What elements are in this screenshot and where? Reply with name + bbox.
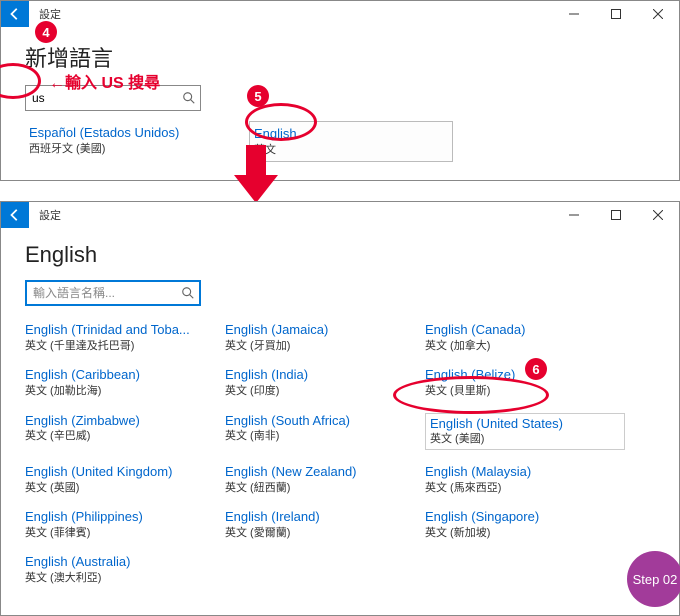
language-subtitle: 英文 (千里達及托巴哥) — [25, 339, 215, 353]
language-subtitle: 英文 (印度) — [225, 384, 415, 398]
window-controls — [553, 202, 679, 228]
language-name: English (India) — [225, 367, 415, 384]
language-name: English (Ireland) — [225, 509, 415, 526]
language-item[interactable]: English (United Kingdom)英文 (英國) — [25, 464, 215, 495]
language-name: English (New Zealand) — [225, 464, 415, 481]
language-subtitle: 英文 (紐西蘭) — [225, 481, 415, 495]
language-subtitle: 英文 (加拿大) — [425, 339, 625, 353]
language-name: English (Singapore) — [425, 509, 625, 526]
settings-window-step1: 設定 新增語言 Español (Estados Unidos)西班牙文 (美國… — [0, 0, 680, 181]
language-subtitle: 英文 (辛巴威) — [25, 429, 215, 443]
page-title: 新增語言 — [25, 37, 655, 85]
language-subtitle: 英文 (愛爾蘭) — [225, 526, 415, 540]
language-result[interactable]: Español (Estados Unidos)西班牙文 (美國) — [25, 121, 229, 162]
titlebar: 設定 — [1, 1, 679, 27]
language-subtitle: 英文 (牙買加) — [225, 339, 415, 353]
language-subtitle: 英文 (菲律賓) — [25, 526, 215, 540]
page-title: English — [25, 238, 655, 280]
maximize-button[interactable] — [595, 1, 637, 27]
language-subtitle: 英文 (加勒比海) — [25, 384, 215, 398]
minimize-button[interactable] — [553, 1, 595, 27]
window-title: 設定 — [29, 6, 553, 22]
window-title: 設定 — [29, 207, 553, 223]
close-button[interactable] — [637, 202, 679, 228]
language-name: Español (Estados Unidos) — [29, 125, 225, 142]
language-subtitle: 西班牙文 (美國) — [29, 142, 225, 156]
language-item[interactable]: English (South Africa)英文 (南非) — [225, 413, 415, 450]
language-item[interactable]: English (Trinidad and Toba...英文 (千里達及托巴哥… — [25, 322, 215, 353]
language-name: English (United States) — [430, 416, 620, 433]
language-item[interactable]: English (Ireland)英文 (愛爾蘭) — [225, 509, 415, 540]
annotation-badge-5: 5 — [247, 85, 269, 107]
search-input[interactable] — [32, 91, 182, 105]
language-item[interactable]: English (Malaysia)英文 (馬來西亞) — [425, 464, 625, 495]
language-item[interactable]: English (Belize)英文 (貝里斯) — [425, 367, 625, 398]
language-name: English (South Africa) — [225, 413, 415, 430]
language-item[interactable]: English (Jamaica)英文 (牙買加) — [225, 322, 415, 353]
language-item[interactable]: English (Canada)英文 (加拿大) — [425, 322, 625, 353]
language-item[interactable]: English (New Zealand)英文 (紐西蘭) — [225, 464, 415, 495]
content-area: English English (Trinidad and Toba...英文 … — [1, 228, 679, 615]
language-subtitle: 英文 (南非) — [225, 429, 415, 443]
language-item[interactable]: English (Australia)英文 (澳大利亞) — [25, 554, 215, 585]
language-name: English (Jamaica) — [225, 322, 415, 339]
language-name: English (United Kingdom) — [25, 464, 215, 481]
back-button[interactable] — [1, 202, 29, 228]
language-name: English (Caribbean) — [25, 367, 215, 384]
language-name: English (Australia) — [25, 554, 215, 571]
language-subtitle: 英文 (英國) — [25, 481, 215, 495]
search-box[interactable] — [25, 280, 201, 306]
titlebar: 設定 — [1, 202, 679, 228]
language-name: English (Zimbabwe) — [25, 413, 215, 430]
language-name: English (Canada) — [425, 322, 625, 339]
language-item[interactable]: English (Philippines)英文 (菲律賓) — [25, 509, 215, 540]
language-subtitle: 英文 (美國) — [430, 432, 620, 446]
search-icon — [182, 91, 196, 105]
language-name: English (Philippines) — [25, 509, 215, 526]
back-button[interactable] — [1, 1, 29, 27]
language-item[interactable]: English (United States)英文 (美國) — [425, 413, 625, 450]
maximize-button[interactable] — [595, 202, 637, 228]
search-box[interactable] — [25, 85, 201, 111]
search-icon — [181, 286, 195, 300]
close-button[interactable] — [637, 1, 679, 27]
language-item[interactable]: English (Singapore)英文 (新加坡) — [425, 509, 625, 540]
language-name: English (Belize) — [425, 367, 625, 384]
language-name: English — [254, 126, 448, 143]
search-results: Español (Estados Unidos)西班牙文 (美國) English… — [25, 121, 655, 162]
language-subtitle: 英文 (澳大利亞) — [25, 571, 215, 585]
language-item[interactable]: English (Zimbabwe)英文 (辛巴威) — [25, 413, 215, 450]
language-item[interactable]: English (Caribbean)英文 (加勒比海) — [25, 367, 215, 398]
language-subtitle: 英文 (貝里斯) — [425, 384, 625, 398]
search-input[interactable] — [33, 286, 181, 300]
flow-arrow-icon — [230, 145, 282, 207]
content-area: 新增語言 Español (Estados Unidos)西班牙文 (美國) En… — [1, 27, 679, 180]
minimize-button[interactable] — [553, 202, 595, 228]
language-subtitle: 英文 — [254, 143, 448, 157]
language-subtitle: 英文 (新加坡) — [425, 526, 625, 540]
language-grid: English (Trinidad and Toba...英文 (千里達及托巴哥… — [25, 322, 655, 585]
settings-window-step2: 設定 English English (Trinidad and Toba...… — [0, 201, 680, 616]
language-name: English (Trinidad and Toba... — [25, 322, 215, 339]
window-controls — [553, 1, 679, 27]
flow-arrow-container — [0, 181, 680, 201]
language-name: English (Malaysia) — [425, 464, 625, 481]
language-item[interactable]: English (India)英文 (印度) — [225, 367, 415, 398]
language-subtitle: 英文 (馬來西亞) — [425, 481, 625, 495]
